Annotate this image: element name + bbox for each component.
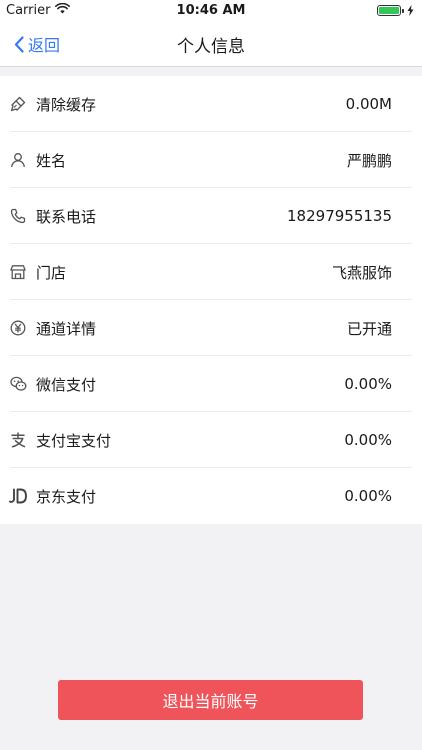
row-value: 飞燕服饰 bbox=[331, 263, 392, 282]
row-value: 0.00% bbox=[344, 487, 392, 505]
row-wechat-pay[interactable]: 微信支付 0.00% bbox=[0, 356, 422, 412]
row-channel-details[interactable]: 通道详情 已开通 bbox=[0, 300, 422, 356]
battery-icon bbox=[377, 5, 414, 16]
row-value: 0.00% bbox=[344, 375, 392, 393]
row-store[interactable]: 门店 飞燕服饰 bbox=[0, 244, 422, 300]
alipay-icon bbox=[9, 431, 27, 449]
row-label: 联系电话 bbox=[36, 207, 97, 226]
row-label: 通道详情 bbox=[36, 319, 97, 338]
row-jd-pay[interactable]: 京东支付 0.00% bbox=[0, 468, 422, 524]
row-label: 清除缓存 bbox=[36, 95, 97, 114]
row-value: 0.00% bbox=[344, 431, 392, 449]
page-title: 个人信息 bbox=[177, 37, 245, 57]
brush-icon bbox=[9, 95, 27, 113]
store-icon bbox=[9, 263, 27, 281]
yen-circle-icon bbox=[9, 319, 27, 337]
row-phone[interactable]: 联系电话 18297955135 bbox=[0, 188, 422, 244]
row-value: 严鹏鹏 bbox=[346, 151, 392, 170]
row-label: 门店 bbox=[36, 263, 67, 282]
row-alipay[interactable]: 支付宝支付 0.00% bbox=[0, 412, 422, 468]
row-label: 微信支付 bbox=[36, 375, 97, 394]
jd-icon bbox=[9, 487, 27, 505]
row-label: 姓名 bbox=[36, 151, 67, 170]
row-label: 京东支付 bbox=[36, 487, 97, 506]
row-value: 18297955135 bbox=[287, 207, 392, 225]
person-icon bbox=[9, 151, 27, 169]
status-bar: Carrier 10:46 AM bbox=[0, 0, 422, 22]
logout-button[interactable]: 退出当前账号 bbox=[58, 680, 363, 720]
row-clear-cache[interactable]: 清除缓存 0.00M bbox=[0, 76, 422, 132]
wechat-pay-icon bbox=[9, 375, 27, 393]
row-name[interactable]: 姓名 严鹏鹏 bbox=[0, 132, 422, 188]
navigation-bar: 返回 个人信息 bbox=[0, 22, 422, 67]
profile-info-list: 清除缓存 0.00M 姓名 严鹏鹏 联系电话 18297955135 门店 飞燕… bbox=[0, 76, 422, 524]
row-label: 支付宝支付 bbox=[36, 431, 112, 450]
phone-icon bbox=[9, 207, 27, 225]
row-value: 已开通 bbox=[346, 319, 392, 338]
row-value: 0.00M bbox=[345, 95, 392, 113]
status-time: 10:46 AM bbox=[176, 3, 246, 18]
charging-bolt-icon bbox=[407, 5, 414, 16]
